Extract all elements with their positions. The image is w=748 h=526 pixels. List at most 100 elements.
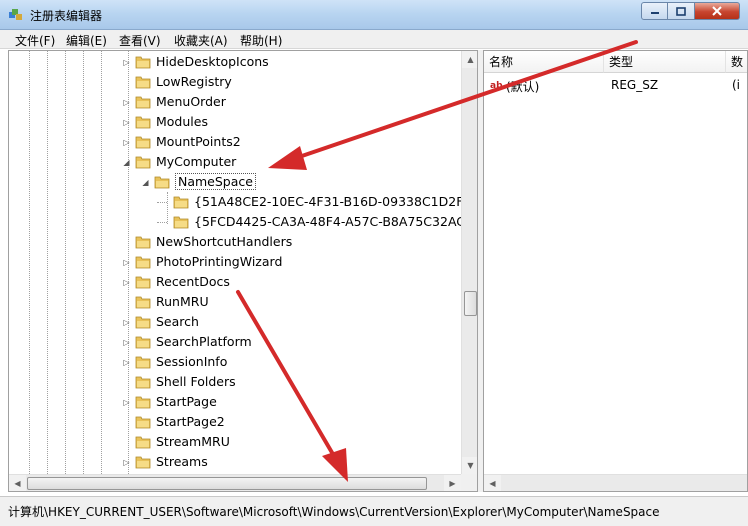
tree-node[interactable]: ▷ SessionInfo — [9, 352, 459, 372]
tree-node[interactable]: StartPage2 — [9, 412, 459, 432]
menu-view[interactable]: 查看(V) — [119, 32, 161, 49]
tree-node-label: SearchPlatform — [156, 334, 252, 349]
tree-node[interactable]: ▷ Streams — [9, 452, 459, 472]
tree-node[interactable]: NewShortcutHandlers — [9, 232, 459, 252]
value-data: (i — [732, 78, 741, 92]
minimize-button[interactable] — [641, 2, 668, 20]
folder-icon — [135, 375, 151, 389]
tree-node[interactable]: StreamMRU — [9, 432, 459, 452]
tree-node[interactable]: ▷ MenuOrder — [9, 92, 459, 112]
menu-file[interactable]: 文件(F) — [15, 32, 55, 49]
scroll-up-arrow-icon[interactable]: ▲ — [462, 51, 477, 68]
tree-node-label: MountPoints2 — [156, 134, 241, 149]
expand-arrow-icon[interactable]: ▷ — [122, 338, 131, 347]
tree-node-label: MyComputer — [156, 154, 237, 169]
folder-icon — [135, 435, 151, 449]
registry-values-pane[interactable]: 名称 类型 数 ab (默认) REG_SZ (i ◀ — [483, 50, 748, 492]
tree-horizontal-scrollbar[interactable]: ◀ ▶ — [9, 474, 461, 491]
tree-scroll-thumb[interactable] — [464, 291, 477, 316]
title-bar: 注册表编辑器 — [0, 0, 748, 30]
folder-icon — [135, 115, 151, 129]
expand-arrow-icon[interactable]: ▷ — [122, 98, 131, 107]
expand-arrow-icon[interactable]: ▷ — [122, 258, 131, 267]
tree-node-label: HideDesktopIcons — [156, 54, 269, 69]
tree-node-label: Streams — [156, 454, 208, 469]
tree-node-label: StartPage — [156, 394, 217, 409]
tree-node[interactable]: ▷ PhotoPrintingWizard — [9, 252, 459, 272]
tree-node[interactable]: LowRegistry — [9, 72, 459, 92]
tree-branch-line — [157, 222, 167, 223]
tree-node[interactable]: {5FCD4425-CA3A-48F4-A57C-B8A75C32ACB1} — [9, 212, 477, 232]
expand-arrow-icon[interactable]: ▷ — [122, 278, 131, 287]
status-bar: 计算机\HKEY_CURRENT_USER\Software\Microsoft… — [0, 496, 748, 526]
tree-node[interactable]: ◢ NameSpace — [9, 172, 459, 192]
tree-node-label: SessionInfo — [156, 354, 228, 369]
scroll-down-arrow-icon[interactable]: ▼ — [462, 457, 477, 474]
tree-node-label: PhotoPrintingWizard — [156, 254, 283, 269]
expand-arrow-icon[interactable]: ▷ — [122, 118, 131, 127]
registry-tree-pane[interactable]: ▷ HideDesktopIcons LowRegistry ▷ MenuOrder ▷ M… — [8, 50, 478, 492]
tree-node-label: NameSpace — [175, 173, 256, 190]
expand-arrow-icon[interactable]: ▷ — [122, 58, 131, 67]
column-header-type[interactable]: 类型 — [604, 51, 726, 73]
status-path: 计算机\HKEY_CURRENT_USER\Software\Microsoft… — [8, 505, 660, 519]
folder-icon — [135, 335, 151, 349]
tree-node[interactable]: ▷ Search — [9, 312, 459, 332]
folder-icon — [135, 255, 151, 269]
tree-node[interactable]: ▷ SearchPlatform — [9, 332, 459, 352]
column-header-name[interactable]: 名称 — [484, 51, 604, 73]
folder-icon — [135, 355, 151, 369]
string-value-icon: ab — [490, 81, 503, 91]
folder-icon — [135, 315, 151, 329]
column-header-data[interactable]: 数 — [726, 51, 747, 73]
scroll-corner — [461, 474, 477, 491]
tree-node-label: Search — [156, 314, 199, 329]
values-scroll-left-arrow-icon[interactable]: ◀ — [484, 475, 501, 491]
menu-help[interactable]: 帮助(H) — [240, 32, 282, 49]
window-title: 注册表编辑器 — [30, 9, 103, 23]
tree-hscroll-thumb[interactable] — [27, 477, 427, 490]
menu-bar: 文件(F) 编辑(E) 查看(V) 收藏夹(A) 帮助(H) — [0, 30, 748, 49]
folder-icon — [173, 195, 189, 209]
tree-node[interactable]: {51A48CE2-10EC-4F31-B16D-09338C1D2FDF} — [9, 192, 477, 212]
folder-icon — [135, 415, 151, 429]
menu-edit[interactable]: 编辑(E) — [66, 32, 107, 49]
menu-favorites[interactable]: 收藏夹(A) — [174, 32, 228, 49]
tree-node[interactable]: ▷ StartPage — [9, 392, 459, 412]
tree-node[interactable]: ◢ MyComputer — [9, 152, 459, 172]
tree-node-label: NewShortcutHandlers — [156, 234, 293, 249]
tree-node[interactable]: ▷ RecentDocs — [9, 272, 459, 292]
value-type: REG_SZ — [611, 78, 659, 92]
expand-arrow-icon[interactable]: ▷ — [122, 458, 131, 467]
expand-arrow-icon[interactable]: ▷ — [122, 318, 131, 327]
minimize-icon — [650, 12, 659, 14]
expand-arrow-icon[interactable]: ▷ — [122, 358, 131, 367]
tree-node-label: {5FCD4425-CA3A-48F4-A57C-B8A75C32ACB1} — [194, 214, 478, 229]
collapse-arrow-icon[interactable]: ◢ — [141, 178, 150, 187]
expand-arrow-icon[interactable]: ▷ — [122, 138, 131, 147]
close-icon — [712, 6, 722, 16]
tree-node[interactable]: ▷ Modules — [9, 112, 459, 132]
tree-node-label: RecentDocs — [156, 274, 230, 289]
folder-icon — [173, 215, 189, 229]
tree-node-label: StartPage2 — [156, 414, 225, 429]
scroll-left-arrow-icon[interactable]: ◀ — [9, 475, 26, 491]
tree-node[interactable]: Shell Folders — [9, 372, 459, 392]
close-button[interactable] — [695, 2, 740, 20]
tree-node-label: {51A48CE2-10EC-4F31-B16D-09338C1D2FDF} — [194, 194, 478, 209]
collapse-arrow-icon[interactable]: ◢ — [122, 158, 131, 167]
tree-vertical-scrollbar[interactable]: ▲ ▼ — [461, 51, 477, 474]
tree-node[interactable]: ▷ MountPoints2 — [9, 132, 459, 152]
values-horizontal-scrollbar[interactable]: ◀ — [484, 474, 747, 491]
tree-node[interactable]: ▷ HideDesktopIcons — [9, 52, 459, 72]
tree-node-label: RunMRU — [156, 294, 209, 309]
folder-icon — [135, 55, 151, 69]
folder-icon — [135, 275, 151, 289]
folder-icon — [135, 455, 151, 469]
maximize-button[interactable] — [668, 2, 695, 20]
folder-icon — [135, 155, 151, 169]
scroll-right-arrow-icon[interactable]: ▶ — [444, 475, 461, 491]
tree-node[interactable]: RunMRU — [9, 292, 459, 312]
expand-arrow-icon[interactable]: ▷ — [122, 398, 131, 407]
window-controls — [641, 2, 740, 20]
